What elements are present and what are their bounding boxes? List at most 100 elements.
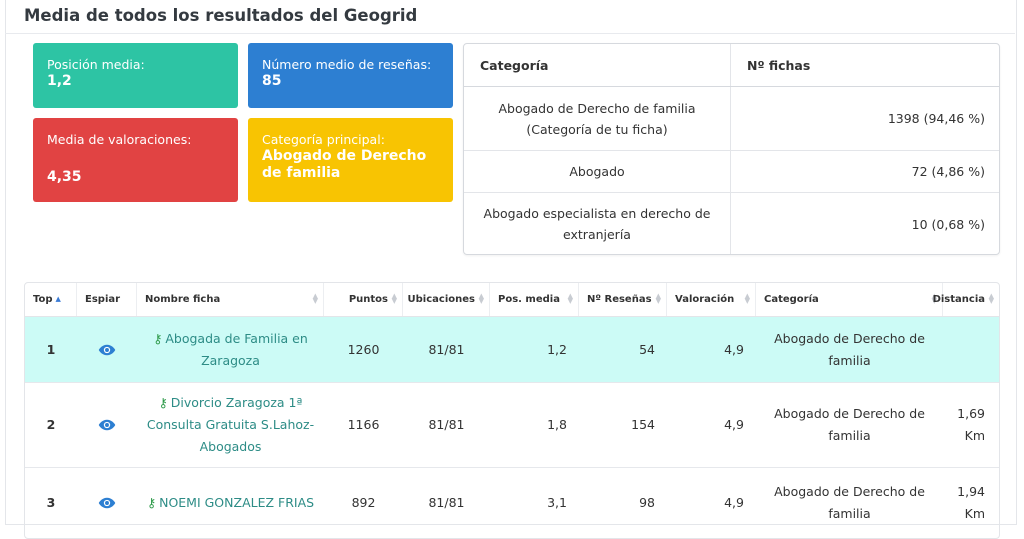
eye-icon[interactable] — [98, 497, 116, 509]
eye-icon[interactable] — [98, 344, 116, 356]
avg-position-card: Posición media: 1,2 — [33, 43, 238, 108]
eye-icon[interactable] — [98, 419, 116, 431]
header-label: Puntos — [348, 294, 388, 305]
avg-rating-value: 4,35 — [47, 169, 82, 185]
sort-icon: ▲ ▼ — [312, 292, 318, 305]
count-header: Nº fichas — [747, 57, 811, 73]
spy-header: Espiar — [77, 283, 137, 316]
avg-reviews-label: Número medio de reseñas: — [262, 57, 432, 72]
avg-rating-label: Media de valoraciones: — [47, 132, 192, 147]
sort-icon: ▲ ▼ — [478, 292, 484, 305]
main-category-card: Categoría principal: Abogado de Derecho … — [248, 118, 453, 202]
points-cell: 1260 — [347, 341, 380, 357]
listing-link[interactable]: ⚷ Divorcio Zaragoza 1ª Consulta Gratuita … — [145, 392, 316, 458]
count-cell: 72 (4,86 %) — [911, 164, 985, 179]
sort-reviews-header[interactable]: Nº Reseñas ▲ ▼ — [579, 283, 667, 316]
key-icon: ⚷ — [153, 330, 163, 346]
locations-cell: 81/81 — [428, 495, 465, 510]
rank-cell: 3 — [46, 495, 56, 510]
sort-locations-header[interactable]: Ubicaciones ▲ ▼ — [403, 283, 490, 316]
key-icon: ⚷ — [158, 395, 168, 410]
header-label: Espiar — [85, 294, 121, 305]
points-cell: 1166 — [347, 417, 380, 432]
avg-pos-cell: 1,8 — [547, 417, 567, 432]
rating-cell: 4,9 — [724, 495, 744, 510]
rating-cell: 4,9 — [724, 341, 744, 357]
avg-pos-cell: 3,1 — [547, 495, 567, 510]
count-cell: 1398 (94,46 %) — [887, 111, 985, 126]
header-label: Ubicaciones — [407, 294, 475, 305]
category-cell: Abogado de Derecho de familia — [774, 484, 925, 521]
listing-name-cell: ⚷ Abogada de Familia en Zaragoza — [137, 317, 324, 382]
listing-link[interactable]: ⚷ NOEMI GONZALEZ FRIAS — [147, 492, 314, 514]
main-category-label: Categoría principal: — [262, 132, 385, 147]
sort-distance-header[interactable]: Distancia ▲ ▼ — [933, 283, 999, 316]
category-cell: Abogado de Derecho de familia — [774, 406, 925, 443]
rating-cell: 4,9 — [724, 417, 744, 432]
table-row: 3 ⚷ NOEMI GONZALEZ FRIAS 892 81/81 3,1 98… — [25, 468, 999, 538]
reviews-cell: 54 — [639, 341, 655, 357]
points-cell: 892 — [351, 495, 376, 510]
header-label: Pos. media — [498, 294, 560, 305]
table-row: 1 ⚷ Abogada de Familia en Zaragoza 1260 8… — [25, 317, 999, 383]
sort-icon: ▲ ▼ — [988, 292, 994, 305]
listing-name-cell: ⚷ Divorcio Zaragoza 1ª Consulta Gratuita … — [137, 383, 324, 467]
avg-reviews-card: Número medio de reseñas: 85 — [248, 43, 453, 108]
category-cell: Abogado especialista en derecho de extra… — [464, 193, 731, 254]
sort-icon: ▲ ▼ — [391, 292, 397, 305]
sort-icon: ▲ ▼ — [567, 292, 573, 305]
spy-cell — [77, 383, 137, 467]
avg-pos-cell: 1,2 — [547, 341, 567, 357]
sort-avg-pos-header[interactable]: Pos. media ▲ ▼ — [490, 283, 579, 316]
reviews-cell: 154 — [631, 417, 655, 432]
category-row: Abogado especialista en derecho de extra… — [464, 193, 999, 254]
header-label: Nombre ficha — [145, 294, 221, 305]
avg-rating-card: Media de valoraciones: 4,35 — [33, 118, 238, 202]
avg-position-value: 1,2 — [47, 73, 72, 89]
sort-category-header[interactable]: Categoría ▲ ▼ — [756, 283, 943, 316]
listing-name: NOEMI GONZALEZ FRIAS — [159, 495, 315, 510]
table-row: 2 ⚷ Divorcio Zaragoza 1ª Consulta Gratuit… — [25, 383, 999, 468]
header-label: Categoría — [764, 294, 819, 305]
category-table: Categoría Nº fichas Abogado de Derecho d… — [463, 43, 1000, 255]
rank-cell: 2 — [46, 417, 56, 432]
reviews-cell: 98 — [639, 495, 655, 510]
category-header: Categoría — [464, 44, 731, 86]
sort-points-header[interactable]: Puntos ▲ ▼ — [324, 283, 403, 316]
locations-cell: 81/81 — [428, 417, 465, 432]
page-title: Media de todos los resultados del Geogri… — [24, 6, 418, 25]
main-category-value: Abogado de Derecho de familia — [262, 148, 427, 181]
title-divider — [5, 33, 1015, 34]
locations-cell: 81/81 — [428, 341, 465, 357]
category-cell: Abogado de Derecho de familia — [774, 330, 925, 368]
header-label: Top — [33, 294, 53, 305]
avg-reviews-value: 85 — [262, 73, 282, 89]
listing-name-cell: ⚷ NOEMI GONZALEZ FRIAS — [137, 468, 324, 538]
distance-cell: 1,94 Km — [957, 484, 985, 521]
sort-top-header[interactable]: Top ▲ — [25, 283, 77, 316]
listing-link[interactable]: ⚷ Abogada de Familia en Zaragoza — [145, 328, 316, 372]
spy-cell — [77, 468, 137, 538]
count-cell: 10 (0,68 %) — [911, 216, 985, 232]
category-cell: Abogado de Derecho de familia (Categoría… — [464, 87, 731, 150]
sort-asc-icon: ▲ — [55, 295, 61, 303]
rank-cell: 1 — [46, 341, 56, 357]
key-icon: ⚷ — [146, 495, 157, 510]
category-cell: Abogado — [464, 151, 731, 192]
sort-rating-header[interactable]: Valoración ▲ ▼ — [667, 283, 756, 316]
listing-name: Abogada de Familia en Zaragoza — [165, 330, 308, 368]
header-label: Valoración — [675, 294, 735, 305]
avg-position-label: Posición media: — [47, 57, 145, 72]
sort-name-header[interactable]: Nombre ficha ▲ ▼ — [137, 283, 324, 316]
header-label: Nº Reseñas — [587, 294, 652, 305]
distance-cell: 1,69 Km — [957, 406, 985, 443]
listing-name: Divorcio Zaragoza 1ª Consulta Gratuita S… — [146, 395, 315, 454]
sort-icon: ▲ ▼ — [744, 292, 750, 305]
header-label: Distancia — [932, 294, 985, 305]
results-table-header: Top ▲ Espiar Nombre ficha ▲ ▼ Puntos ▲ ▼ U… — [25, 283, 999, 317]
category-row: Abogado de Derecho de familia (Categoría… — [464, 87, 999, 151]
spy-cell — [77, 317, 137, 382]
sort-icon: ▲ ▼ — [655, 292, 661, 305]
distance-cell — [943, 317, 999, 382]
category-row: Abogado 72 (4,86 %) — [464, 151, 999, 193]
